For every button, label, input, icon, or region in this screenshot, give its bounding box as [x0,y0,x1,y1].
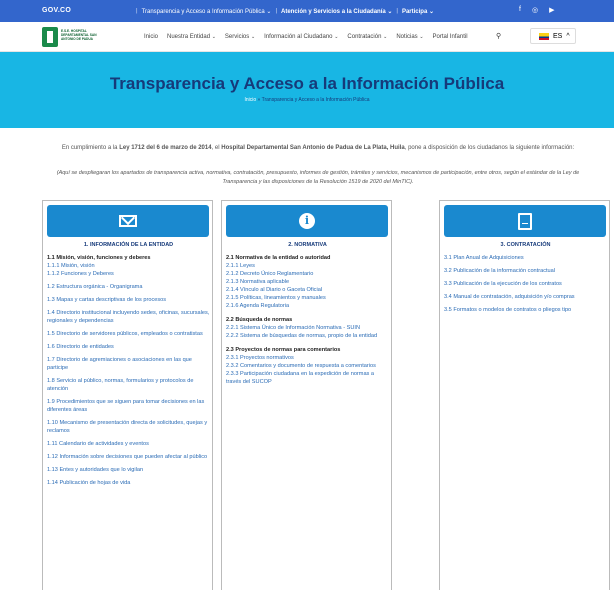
card-link[interactable]: 2.3.3 Participación ciudadana en la expe… [226,370,390,386]
nav-item-inicio[interactable]: Inicio [144,34,158,40]
chevron-down-icon: ⌄ [211,34,216,40]
card-link[interactable]: 1.13 Entes y autoridades que lo vigilan [47,466,211,474]
card-link[interactable]: 2.1.1 Leyes [226,262,390,270]
card-link[interactable]: 1.12 Información sobre decisiones que pu… [47,453,211,461]
nav-item-entidad[interactable]: Nuestra Entidad ⌄ [167,34,216,40]
chevron-down-icon: ⌄ [334,34,339,40]
card-link[interactable]: 1.3 Mapas y cartas descriptivas de los p… [47,296,211,304]
card-link[interactable]: 3.3 Publicación de la ejecución de los c… [444,280,608,288]
hospital-logo-text: E.S.E. HOSPITAL DEPARTAMENTAL SAN ANTONI… [61,29,97,41]
intro-note: (Aquí se despliegaran los apartados de t… [56,170,580,185]
youtube-icon[interactable]: ▶ [549,6,554,14]
card-link[interactable]: 2.1.2 Decreto Único Reglamentario [226,270,390,278]
breadcrumb-current: » Transparencia y Acceso a la Informació… [256,97,370,103]
card-link[interactable]: 2.3.1 Proyectos normativos [226,354,390,362]
card-link[interactable]: 1.6 Directorio de entidades [47,343,211,351]
section-heading: 2.1 Normativa de la entidad o autoridad [226,255,331,261]
section-heading: 2.3 Proyectos de normas para comentarios [226,347,341,353]
gov-link-participa[interactable]: Participa ⌄ [402,8,434,15]
chevron-up-icon: ^ [566,32,570,40]
chevron-down-icon: ⌄ [250,34,256,40]
card-link-list: 3.1 Plan Anual de Adquisiciones 3.2 Publi… [444,254,608,319]
card-link[interactable]: 3.5 Formatos o modelos de contratos o pl… [444,306,608,314]
section-heading: 1.1 Misión, visión, funciones y deberes [47,255,151,261]
card-header [444,205,606,237]
page-title: Transparencia y Acceso a la Información … [109,74,505,93]
gov-link-transparencia[interactable]: Transparencia y Acceso a Información Púb… [142,8,272,15]
card-link[interactable]: 2.2.1 Sistema Único de Información Norma… [226,324,390,332]
card-link[interactable]: 1.5 Directorio de servidores públicos, e… [47,330,211,338]
card-link[interactable]: 3.2 Publicación de la información contra… [444,267,608,275]
gov-links: | Transparencia y Acceso a Información P… [136,8,435,15]
nav-item-portal-infantil[interactable]: Portal Infantil [433,34,468,40]
law-reference: Ley 1712 del 6 de marzo de 2014 [119,145,212,151]
breadcrumb: Inicio » Transparencia y Acceso a la Inf… [0,97,614,103]
nav-item-contratacion[interactable]: Contratación ⌄ [347,34,387,40]
nav-item-noticias[interactable]: Noticias ⌄ [396,34,423,40]
card-link[interactable]: 2.1.6 Agenda Regulatoria [226,302,390,310]
card-link[interactable]: 1.14 Publicación de hojas de vida [47,479,211,487]
colombia-flag-icon [539,32,549,40]
breadcrumb-home[interactable]: Inicio [244,97,256,103]
card-link-list: 1.1 Misión, visión, funciones y deberes 1… [47,254,211,492]
hospital-logo[interactable]: E.S.E. HOSPITAL DEPARTAMENTAL SAN ANTONI… [42,27,102,47]
facebook-icon[interactable]: f [519,6,521,14]
document-icon [518,212,532,230]
card-link[interactable]: 1.7 Directorio de agremiaciones o asocia… [47,356,211,372]
category-card: i 2. NORMATIVA 2.1 Normativa de la entidad… [221,200,392,590]
card-link[interactable]: 1.10 Mecanismo de presentación directa d… [47,419,211,435]
social-links: f ◎ ▶ [519,6,554,14]
card-title: 3. CONTRATACIÓN [500,242,551,248]
card-link[interactable]: 1.2 Estructura orgánica - Organigrama [47,283,211,291]
card-header: i [226,205,388,237]
language-label: ES [553,32,563,40]
card-link-list: 2.1 Normativa de la entidad o autoridad 2… [226,254,390,391]
hospital-cross-icon [42,27,58,47]
card-link[interactable]: 2.3.2 Comentarios y documento de respues… [226,362,390,370]
language-selector[interactable]: ES ^ [530,28,576,44]
card-header [47,205,209,237]
gov-top-bar: GOV.CO | Transparencia y Acceso a Inform… [0,0,614,22]
gov-co-logo[interactable]: GOV.CO [42,7,71,14]
search-icon[interactable]: ⚲ [496,32,501,40]
card-title: 2. NORMATIVA [288,242,327,248]
nav-item-servicios[interactable]: Servicios ⌄ [225,34,255,40]
category-card: 3. CONTRATACIÓN 3.1 Plan Anual de Adquisi… [439,200,610,590]
mail-icon [119,215,137,227]
card-link[interactable]: 1.1.2 Funciones y Deberes [47,270,211,278]
card-link[interactable]: 2.2.2 Sistema de búsquedas de normas, pr… [226,332,390,340]
card-link[interactable]: 2.1.3 Normativa aplicable [226,278,390,286]
chevron-down-icon: ⌄ [383,34,388,40]
card-link[interactable]: 2.1.5 Políticas, lineamientos y manuales [226,294,390,302]
card-link[interactable]: 3.4 Manual de contratación, adquisición … [444,293,608,301]
gov-link-atencion[interactable]: Atención y Servicios a la Ciudadanía ⌄ [281,8,392,15]
card-link[interactable]: 1.4 Directorio institucional incluyendo … [47,309,211,325]
hero-banner: Transparencia y Acceso a la Información … [0,52,614,128]
card-link[interactable]: 1.11 Calendario de actividades y eventos [47,440,211,448]
card-link[interactable]: 1.8 Servicio al público, normas, formula… [47,377,211,393]
instagram-icon[interactable]: ◎ [532,6,538,14]
info-icon: i [299,213,315,229]
section-heading: 2.2 Búsqueda de normas [226,317,293,323]
intro-paragraph: En cumplimiento a la Ley 1712 del 6 de m… [61,145,575,151]
card-title: 1. INFORMACIÓN DE LA ENTIDAD [83,242,174,248]
card-link[interactable]: 1.9 Procedimientos que se siguen para to… [47,398,211,414]
category-card: 1. INFORMACIÓN DE LA ENTIDAD 1.1 Misión, … [42,200,213,590]
main-nav: E.S.E. HOSPITAL DEPARTAMENTAL SAN ANTONI… [0,22,614,52]
nav-menu: Inicio Nuestra Entidad ⌄ Servicios ⌄ Inf… [144,34,468,40]
card-link[interactable]: 3.1 Plan Anual de Adquisiciones [444,254,608,262]
card-link[interactable]: 2.1.4 Vínculo al Diario o Gaceta Oficial [226,286,390,294]
organization-name: Hospital Departamental San Antonio de Pa… [221,145,405,151]
card-link[interactable]: 1.1.1 Misión, visión [47,262,211,270]
nav-item-informacion[interactable]: Información al Ciudadano ⌄ [264,34,338,40]
chevron-down-icon: ⌄ [419,34,424,40]
